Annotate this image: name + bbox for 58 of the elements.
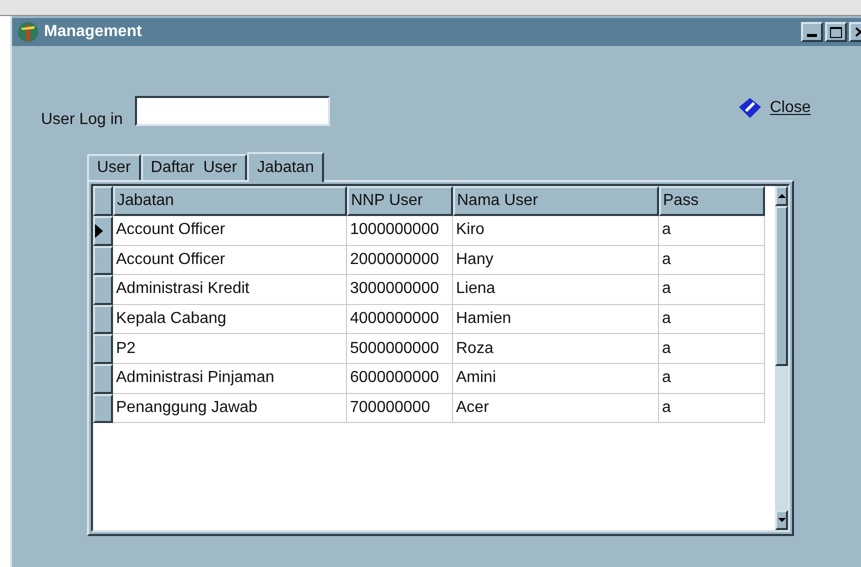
column-header[interactable]: Nama User xyxy=(453,186,659,216)
row-header-corner xyxy=(93,186,113,216)
table-cell: Administrasi Pinjaman xyxy=(113,364,347,394)
row-indicator[interactable] xyxy=(93,364,113,394)
tab[interactable]: Jabatan xyxy=(247,152,324,182)
table-cell: a xyxy=(659,216,765,246)
table-cell: Account Officer xyxy=(113,216,347,246)
table-cell: Liena xyxy=(453,275,659,305)
row-indicator[interactable] xyxy=(93,394,113,424)
close-link[interactable]: Close xyxy=(738,96,811,120)
maximize-icon xyxy=(830,26,842,38)
table-cell: a xyxy=(659,394,765,424)
row-indicator[interactable] xyxy=(93,275,113,305)
maximize-button[interactable] xyxy=(825,22,847,42)
current-row-icon xyxy=(95,224,103,238)
window-title: Management xyxy=(44,22,142,42)
table-cell: Administrasi Kredit xyxy=(113,275,347,305)
scroll-down-icon xyxy=(778,518,786,522)
table-cell: Roza xyxy=(453,334,659,364)
tab[interactable]: User xyxy=(87,154,141,180)
row-indicator[interactable] xyxy=(93,246,113,276)
table-cell: a xyxy=(659,364,765,394)
table-cell: a xyxy=(659,275,765,305)
login-field[interactable] xyxy=(134,96,330,126)
scroll-up-icon xyxy=(778,194,786,198)
table-cell: Acer xyxy=(453,394,659,424)
table-cell: a xyxy=(659,246,765,276)
table-cell: 1000000000 xyxy=(347,216,453,246)
table-cell: Hamien xyxy=(453,304,659,334)
diamond-icon xyxy=(738,97,762,119)
table-cell: Penanggung Jawab xyxy=(113,394,347,424)
table-cell: Amini xyxy=(453,364,659,394)
row-indicator[interactable] xyxy=(93,216,113,246)
table-cell: 2000000000 xyxy=(347,246,453,276)
login-label: User Log in xyxy=(41,110,123,130)
table-cell: 3000000000 xyxy=(347,275,453,305)
app-icon xyxy=(16,20,40,44)
minimize-button[interactable] xyxy=(801,22,823,42)
table-cell: a xyxy=(659,304,765,334)
column-header[interactable]: Pass xyxy=(659,186,765,216)
row-indicator[interactable] xyxy=(93,304,113,334)
table-cell: Hany xyxy=(453,246,659,276)
table-cell: Account Officer xyxy=(113,246,347,276)
table-cell: 700000000 xyxy=(347,394,453,424)
scrollbar[interactable] xyxy=(775,186,788,530)
column-header[interactable]: Jabatan xyxy=(113,186,347,216)
table-cell: a xyxy=(659,334,765,364)
row-indicator[interactable] xyxy=(93,334,113,364)
table-cell: P2 xyxy=(113,334,347,364)
table-cell: 5000000000 xyxy=(347,334,453,364)
minimize-icon xyxy=(807,34,817,37)
scroll-thumb[interactable] xyxy=(775,206,788,366)
table-cell: 4000000000 xyxy=(347,304,453,334)
tab[interactable]: Daftar User xyxy=(140,154,248,180)
table-cell: 6000000000 xyxy=(347,364,453,394)
column-header[interactable]: NNP User xyxy=(347,186,453,216)
table-cell: Kiro xyxy=(453,216,659,246)
table-cell: Kepala Cabang xyxy=(113,304,347,334)
